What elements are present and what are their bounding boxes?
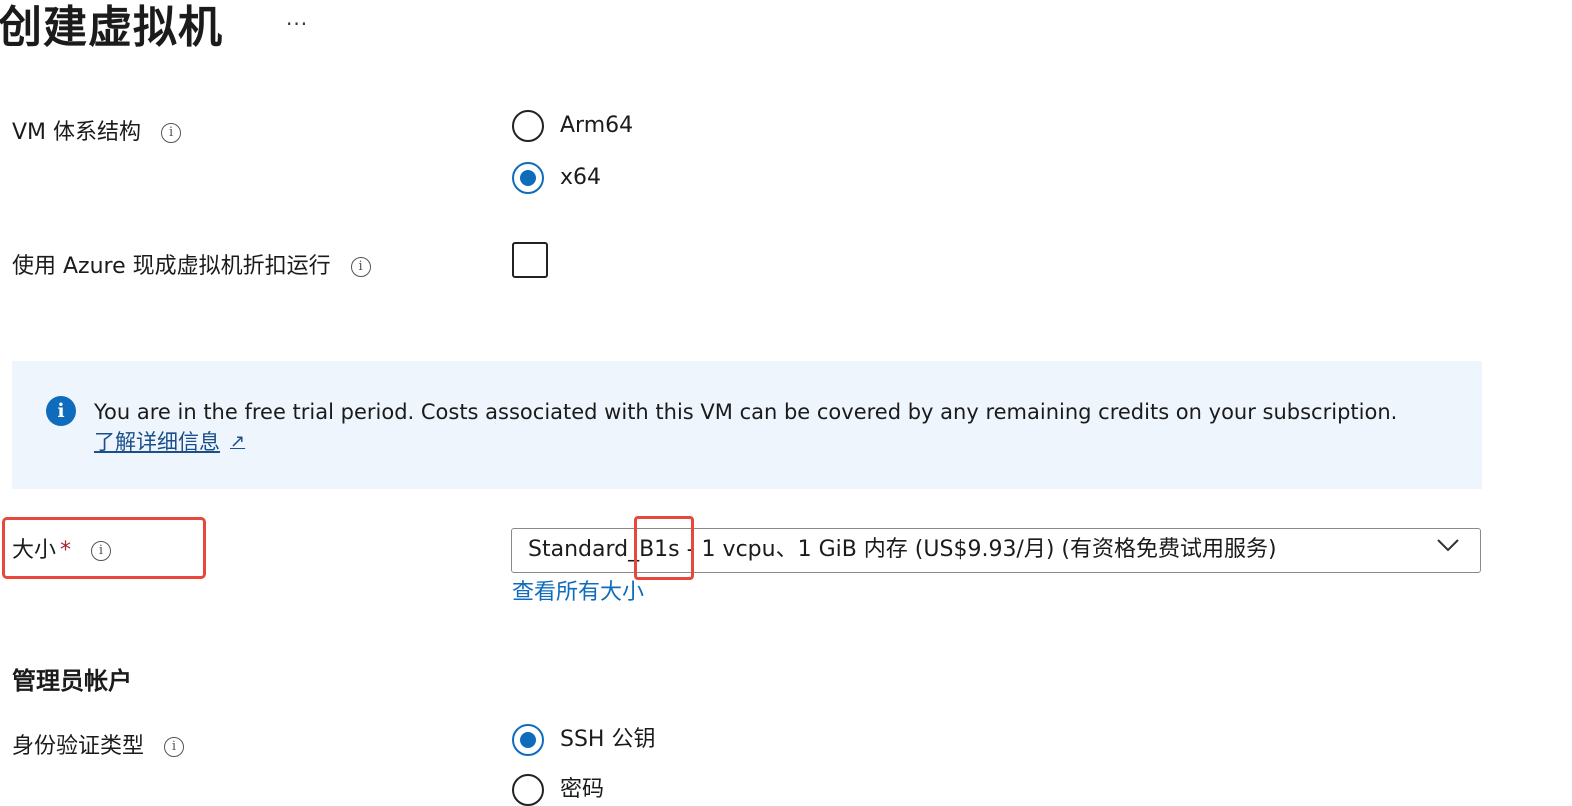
external-link-icon: ↗: [230, 431, 246, 452]
radio-option-ssh[interactable]: SSH 公钥: [512, 722, 655, 758]
radio-label-password: 密码: [560, 777, 605, 802]
learn-more-link[interactable]: 了解详细信息 ↗: [94, 427, 245, 457]
size-selected-value: Standard_B1s - 1 vcpu、1 GiB 内存 (US$9.93/…: [528, 537, 1277, 562]
radio-button-x64[interactable]: [512, 162, 544, 194]
page-title: 创建虚拟机: [0, 2, 223, 53]
spot-discount-checkbox[interactable]: [512, 242, 548, 278]
auth-type-label: 身份验证类型: [12, 734, 145, 759]
size-label-row: 大小 * i: [12, 536, 112, 566]
learn-more-text[interactable]: 了解详细信息: [94, 427, 220, 457]
info-icon[interactable]: i: [161, 123, 182, 143]
radio-option-x64[interactable]: x64: [512, 160, 601, 196]
radio-label-arm64: Arm64: [560, 113, 634, 138]
radio-label-ssh: SSH 公钥: [560, 727, 656, 752]
vm-arch-label: VM 体系结构: [12, 120, 142, 145]
see-all-sizes-link[interactable]: 查看所有大小: [512, 578, 644, 608]
radio-button-password[interactable]: [512, 774, 544, 806]
create-vm-page: 创建虚拟机 ··· VM 体系结构 i Arm64 x64 使用 Azure 现…: [0, 0, 1572, 806]
size-label: 大小 *: [12, 536, 71, 566]
free-trial-info-banner: i You are in the free trial period. Cost…: [12, 361, 1482, 489]
radio-button-ssh[interactable]: [512, 724, 544, 756]
banner-message: You are in the free trial period. Costs …: [94, 400, 1398, 424]
auth-type-label-row: 身份验证类型 i: [12, 732, 185, 762]
more-options-button[interactable]: ···: [286, 12, 308, 36]
chevron-down-icon: [1437, 539, 1459, 552]
required-marker: *: [60, 538, 72, 563]
size-dropdown[interactable]: Standard_B1s - 1 vcpu、1 GiB 内存 (US$9.93/…: [511, 528, 1481, 573]
radio-selected-dot: [520, 170, 536, 186]
spot-discount-label: 使用 Azure 现成虚拟机折扣运行: [12, 254, 331, 279]
info-icon[interactable]: i: [164, 737, 185, 757]
radio-button-arm64[interactable]: [512, 110, 544, 142]
radio-option-password[interactable]: 密码: [512, 772, 604, 806]
spot-discount-label-row: 使用 Azure 现成虚拟机折扣运行 i: [12, 252, 371, 282]
radio-option-arm64[interactable]: Arm64: [512, 108, 633, 144]
radio-label-x64: x64: [560, 165, 602, 190]
radio-selected-dot: [520, 732, 536, 748]
admin-account-heading: 管理员帐户: [12, 667, 132, 695]
vm-arch-label-row: VM 体系结构 i: [12, 118, 182, 148]
info-icon[interactable]: i: [350, 257, 371, 277]
info-icon[interactable]: i: [91, 541, 112, 561]
size-label-text: 大小: [12, 538, 57, 563]
info-filled-icon: i: [46, 396, 76, 426]
